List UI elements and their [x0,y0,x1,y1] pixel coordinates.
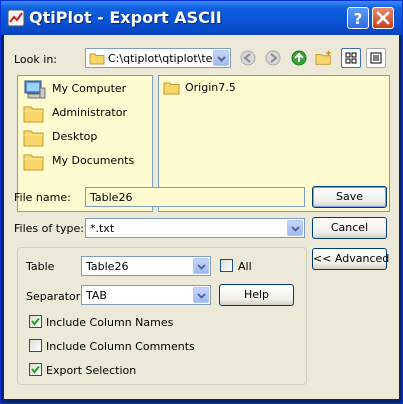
close-button[interactable] [372,7,394,29]
files-of-type-value: *.txt [90,222,115,235]
place-label: My Computer [52,82,127,95]
help-button[interactable]: Help [219,284,294,306]
file-label: Origin7.5 [185,81,236,94]
folder-icon [23,154,44,171]
file-name-label: File name: [14,191,71,204]
window-title: QtiPlot - Export ASCII [29,8,222,27]
chevron-down-icon[interactable] [213,50,229,66]
file-item[interactable]: Origin7.5 [163,79,283,97]
files-of-type-combo[interactable]: *.txt [85,218,305,238]
look-in-path: C:\qtiplot\qtiplot\test [108,52,212,65]
separator-value: TAB [86,289,107,302]
list-view-button[interactable] [341,48,361,68]
folder-icon [23,130,44,147]
advanced-button[interactable]: << Advanced [312,248,390,270]
save-button[interactable]: Save [312,186,387,208]
folder-icon [163,82,180,95]
list-view-icon [345,52,357,64]
help-title-button[interactable]: ? [347,7,369,29]
export-selection-checkbox[interactable] [29,363,42,376]
detail-view-icon [370,52,382,64]
look-in-combo[interactable]: C:\qtiplot\qtiplot\test [85,48,231,68]
place-item[interactable]: Desktop [22,126,150,148]
back-icon[interactable] [239,49,257,67]
table-label: Table [26,260,55,273]
close-icon [376,11,390,25]
export-ascii-window: QtiPlot - Export ASCII ? Look in: C:\qti… [0,0,403,404]
svg-text:?: ? [354,10,363,28]
look-in-label: Look in: [14,53,57,66]
dialog-body: Look in: C:\qtiplot\qtiplot\test My Comp… [4,35,399,399]
folder-icon [89,53,105,65]
place-item[interactable]: My Computer [22,78,150,100]
place-label: Desktop [52,130,98,143]
question-icon: ? [354,10,363,28]
table-combo[interactable]: Table26 [81,256,211,276]
cancel-button[interactable]: Cancel [312,217,387,239]
new-folder-icon[interactable] [315,49,333,67]
advanced-label: << Advanced [313,252,390,265]
all-label: All [238,260,252,273]
checkmark-icon [31,365,40,374]
save-label: Save [335,190,363,203]
export-selection-label: Export Selection [46,364,137,377]
folder-icon [23,106,44,123]
file-name-value: Table26 [90,191,133,204]
chevron-down-icon[interactable] [287,220,303,236]
place-item[interactable]: My Documents [22,150,150,172]
files-of-type-label: Files of type: [14,222,85,235]
chevron-down-icon[interactable] [193,258,209,274]
include-column-names-label: Include Column Names [46,316,174,329]
all-checkbox[interactable] [220,259,233,272]
forward-icon[interactable] [264,49,282,67]
table-value: Table26 [86,260,129,273]
place-item[interactable]: Administrator [22,102,150,124]
help-label: Help [243,288,270,301]
separator-label: Separator [26,290,81,303]
separator-combo[interactable]: TAB [81,285,211,305]
detail-view-button[interactable] [366,48,386,68]
include-column-names-checkbox[interactable] [29,315,42,328]
place-label: Administrator [52,106,127,119]
checkmark-icon [31,317,40,326]
up-icon[interactable] [290,49,308,67]
chevron-down-icon[interactable] [193,287,209,303]
file-name-input[interactable]: Table26 [85,187,305,207]
app-icon [7,9,25,27]
include-column-comments-label: Include Column Comments [46,340,195,353]
include-column-comments-checkbox[interactable] [29,339,42,352]
place-label: My Documents [52,154,135,167]
title-bar[interactable]: QtiPlot - Export ASCII ? [1,1,402,35]
computer-icon [24,80,46,99]
cancel-label: Cancel [330,221,369,234]
